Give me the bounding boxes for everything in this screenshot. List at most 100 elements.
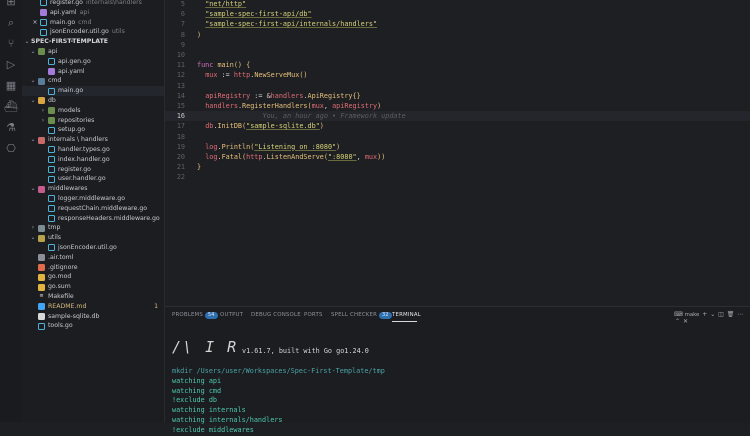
explorer-item[interactable]: ⌄ cmd (22, 76, 164, 86)
go-file-icon (38, 322, 45, 330)
folder-icon (38, 77, 45, 85)
code-token: () (299, 71, 308, 80)
kill-terminal-icon[interactable]: 🗑 (727, 311, 737, 318)
tab-output[interactable]: OUTPUT (220, 312, 243, 318)
code-token: () { (233, 61, 251, 70)
file-name: api.yaml (50, 8, 77, 16)
close-panel-icon[interactable]: ✕ (683, 318, 688, 325)
project-section-header[interactable]: ⌄ SPEC-FIRST-TEMPLATE (22, 37, 164, 47)
open-editor-item[interactable]: × main.go cmd (22, 18, 164, 28)
line-number: 11 (176, 61, 185, 70)
explorer-item[interactable]: handler.types.go (22, 145, 164, 155)
explorer-item[interactable]: › repositories (22, 116, 164, 126)
explorer-item[interactable]: logger.middleware.go (22, 194, 164, 204)
yml-file-icon (40, 9, 47, 17)
go-file-icon (48, 214, 55, 222)
explorer-icon[interactable]: ⊞ (4, 0, 18, 9)
search-icon[interactable]: ⌕ (4, 16, 18, 30)
close-icon[interactable]: × (32, 18, 38, 28)
code-text: func main() { (197, 60, 250, 70)
explorer-item[interactable]: sample-sqlite.db (22, 312, 164, 322)
explorer-item[interactable]: ⌄ utils (22, 233, 164, 243)
source-control-icon[interactable]: ⑂ (4, 37, 18, 51)
activity-bar: ⊞ ⌕ ⑂ ▷ ▦ ⛴ ⚗ ⎔ (0, 0, 23, 422)
explorer-item[interactable]: requestChain.middleware.go (22, 204, 164, 214)
explorer-item[interactable]: ⌄ db (22, 96, 164, 106)
chevron-down-icon: ⌄ (30, 48, 36, 55)
code-token: "sample-spec-first-api/db" (205, 10, 312, 19)
explorer-item[interactable]: › models (22, 106, 164, 116)
line-number: 8 (180, 30, 185, 39)
explorer-item[interactable]: ⌄ middlewares (22, 184, 164, 194)
explorer-item[interactable]: setup.go (22, 125, 164, 135)
code-text: } (197, 162, 201, 172)
explorer-item[interactable]: go.sum (22, 282, 164, 292)
explorer-item[interactable]: › tmp (22, 223, 164, 233)
explorer-item-name: tools.go (48, 322, 73, 330)
md-file-icon (38, 303, 45, 311)
terminal-output-line: !exclude middlewares (172, 425, 254, 434)
more-actions-icon[interactable]: ⋯ (737, 311, 743, 318)
explorer-item[interactable]: responseHeaders.middleware.go (22, 214, 164, 224)
open-editor-item[interactable]: api.yaml api (22, 8, 164, 18)
folder-icon (38, 185, 45, 193)
dropdown-icon[interactable]: ⌄ (710, 311, 717, 318)
tab-debug-console[interactable]: DEBUG CONSOLE (251, 312, 301, 318)
open-editor-name: api.yaml api (50, 8, 89, 18)
code-text: "sample-spec-first-api/db" (197, 9, 312, 19)
split-terminal-icon[interactable]: ◫ (718, 311, 726, 318)
explorer-item-name: sample-sqlite.db (48, 312, 100, 320)
add-terminal-icon[interactable]: + (700, 311, 709, 318)
explorer-item-name: responseHeaders.middleware.go (58, 214, 160, 222)
explorer-item[interactable]: ⌄ api (22, 47, 164, 57)
extensions-icon[interactable]: ▦ (4, 79, 18, 93)
file-path-desc: internals\handlers (85, 0, 142, 6)
code-token: InitDB (217, 122, 243, 131)
code-token: handlers (270, 91, 304, 100)
chevron-down-icon: ⌄ (30, 136, 36, 144)
tab-problems[interactable]: PROBLEMS 54 (172, 312, 218, 319)
open-editor-item[interactable]: jsonEncoder.util.go utils (22, 27, 164, 37)
explorer-item[interactable]: api.gen.go (22, 57, 164, 67)
explorer-item[interactable]: index.handler.go (22, 155, 164, 165)
testing-icon[interactable]: ⚗ (4, 121, 18, 135)
toml-file-icon (38, 254, 45, 262)
explorer-item-name: setup.go (58, 126, 85, 134)
explorer-item-name: jsonEncoder.util.go (58, 244, 117, 251)
explorer-item[interactable]: go.mod (22, 272, 164, 282)
explorer-item[interactable]: register.go (22, 165, 164, 175)
docker-icon[interactable]: ⛴ (4, 100, 18, 114)
line-number: 12 (176, 71, 185, 80)
code-token: "sample-spec-first-api/internals/handler… (205, 20, 378, 29)
code-token: ApiRegistry (307, 91, 353, 100)
code-editor[interactable]: 5 "net/http" 6 "sample-spec-first-api/db"… (165, 0, 750, 306)
tab-terminal[interactable]: TERMINAL (392, 312, 421, 318)
code-token: Println (221, 142, 251, 151)
terminal-output-line: watching api (172, 376, 222, 385)
tab-ports[interactable]: PORTS (304, 312, 323, 318)
code-token: )) (377, 153, 386, 161)
code-token: NewServeMux (254, 71, 300, 80)
explorer-item[interactable]: api.yaml (22, 67, 164, 77)
explorer-item[interactable]: user.handler.go (22, 174, 164, 184)
explorer-item[interactable]: ⌄ internals \ handlers (22, 135, 164, 145)
run-debug-icon[interactable]: ▷ (4, 58, 18, 72)
tab-label: PORTS (304, 312, 323, 318)
maximize-panel-icon[interactable]: ⌃ (675, 318, 682, 325)
remote-explorer-icon[interactable]: ⎔ (4, 142, 18, 156)
line-number: 21 (176, 163, 185, 172)
explorer-item[interactable]: ≡ Makefile (22, 292, 164, 302)
explorer-item[interactable]: tools.go (22, 321, 164, 331)
explorer-item[interactable]: README.md 1 (22, 302, 164, 312)
open-editor-item[interactable]: register.go internals\handlers (22, 0, 164, 8)
explorer-item[interactable]: main.go (22, 86, 164, 96)
go-file-icon (48, 205, 55, 213)
explorer-item[interactable]: .air.toml (22, 253, 164, 263)
explorer-item[interactable]: .gitignore (22, 263, 164, 273)
tab-spell-checker[interactable]: SPELL CHECKER 32 (331, 312, 392, 319)
explorer-item[interactable]: jsonEncoder.util.go (22, 243, 164, 253)
